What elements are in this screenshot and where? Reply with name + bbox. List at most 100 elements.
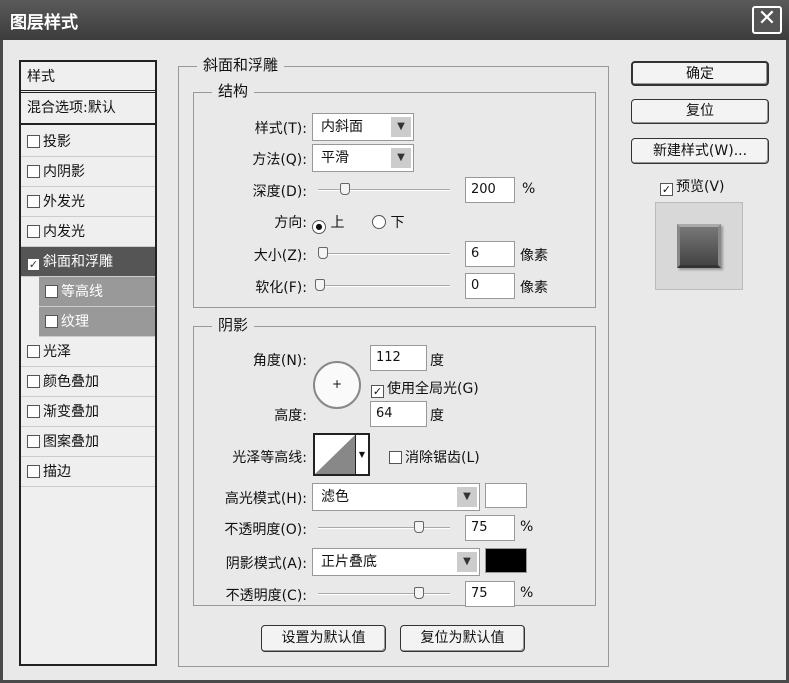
depth-input[interactable]: 200 (465, 177, 515, 203)
style-item-label: 外发光 (43, 194, 85, 210)
direction-label: 方向: (274, 215, 307, 231)
checkbox-icon[interactable] (27, 195, 40, 208)
dir-down-label: 下 (390, 215, 405, 231)
style-item[interactable]: 描边 (21, 457, 155, 487)
global-light-label: 使用全局光(G) (387, 381, 479, 397)
soften-slider[interactable] (315, 279, 450, 291)
preview-label: 预览(V) (676, 179, 725, 195)
close-button[interactable]: ✕ (752, 6, 782, 34)
preview-box (655, 202, 743, 290)
style-item[interactable]: 纹理 (39, 307, 155, 337)
checkbox-icon[interactable] (45, 285, 58, 298)
reset-button[interactable]: 复位 (631, 99, 769, 124)
slider-thumb[interactable] (340, 183, 350, 195)
size-unit: 像素 (520, 248, 548, 264)
shadow-color-swatch[interactable] (485, 548, 527, 573)
highlight-mode-select[interactable]: 滤色 ▼ (312, 483, 480, 511)
method-select[interactable]: 平滑 ▼ (312, 144, 414, 172)
highlight-mode-value: 滤色 (321, 489, 349, 505)
style-item[interactable]: 投影 (21, 127, 155, 157)
checkbox-icon[interactable] (45, 315, 58, 328)
altitude-label: 高度: (274, 408, 307, 424)
style-item[interactable]: 等高线 (39, 277, 155, 307)
styles-list: 样式 混合选项:默认 投影内阴影外发光内发光 ✓ 斜面和浮雕等高线纹理 光泽颜色叠加渐… (19, 60, 157, 666)
checkbox-icon[interactable]: ✓ (27, 258, 40, 271)
slider-thumb[interactable] (318, 247, 328, 259)
ok-button[interactable]: 确定 (631, 61, 769, 86)
gloss-contour-label: 光泽等高线: (232, 450, 307, 466)
size-label: 大小(Z): (253, 248, 307, 264)
style-label: 样式(T): (254, 121, 307, 137)
style-item-label: 投影 (43, 134, 71, 150)
checkmark-icon: ✓ (371, 385, 384, 398)
chevron-down-icon: ▼ (391, 148, 411, 168)
depth-unit: % (522, 181, 536, 197)
checkbox-icon[interactable] (27, 345, 40, 358)
angle-input[interactable]: 112 (370, 345, 427, 371)
slider-thumb[interactable] (315, 279, 325, 291)
soften-input[interactable]: 0 (465, 273, 515, 299)
size-input[interactable]: 6 (465, 241, 515, 267)
new-style-button[interactable]: 新建样式(W)... (631, 138, 769, 164)
style-item[interactable]: 光泽 (21, 337, 155, 367)
styles-header[interactable]: 样式 (21, 62, 155, 93)
chevron-down-icon: ▼ (457, 487, 477, 507)
checkbox-icon[interactable] (27, 165, 40, 178)
checkbox-icon[interactable] (27, 135, 40, 148)
altitude-unit: 度 (430, 408, 444, 424)
altitude-input[interactable]: 64 (370, 401, 427, 427)
highlight-color-swatch[interactable] (485, 483, 527, 508)
slider-thumb[interactable] (414, 587, 424, 599)
set-default-button[interactable]: 设置为默认值 (261, 625, 386, 652)
direction-down-radio[interactable]: 下 (372, 212, 404, 232)
shadow-opacity-input[interactable]: 75 (465, 581, 515, 607)
slider-thumb[interactable] (414, 521, 424, 533)
style-item[interactable]: 内阴影 (21, 157, 155, 187)
highlight-opacity-slider[interactable] (318, 521, 450, 533)
size-slider[interactable] (318, 247, 450, 259)
gloss-contour-picker[interactable]: ▼ (313, 433, 370, 476)
style-item-label: 颜色叠加 (43, 374, 99, 390)
style-item[interactable]: 内发光 (21, 217, 155, 247)
checkmark-icon: ✓ (660, 183, 673, 196)
dir-up-label: 上 (330, 215, 345, 231)
title-bar (0, 0, 789, 40)
angle-unit: 度 (430, 353, 444, 369)
style-select[interactable]: 内斜面 ▼ (312, 113, 414, 141)
checkbox-icon[interactable] (27, 375, 40, 388)
style-item[interactable]: 图案叠加 (21, 427, 155, 457)
preview-checkbox[interactable]: ✓ 预览(V) (660, 176, 725, 196)
reset-default-button[interactable]: 复位为默认值 (400, 625, 525, 652)
checkbox-icon[interactable] (27, 405, 40, 418)
style-item[interactable]: 颜色叠加 (21, 367, 155, 397)
style-item[interactable]: 外发光 (21, 187, 155, 217)
global-light-checkbox[interactable]: ✓ 使用全局光(G) (371, 378, 479, 398)
style-item-label: 等高线 (61, 284, 103, 300)
highlight-opacity-input[interactable]: 75 (465, 515, 515, 541)
blending-options[interactable]: 混合选项:默认 (21, 93, 155, 125)
depth-label: 深度(D): (252, 184, 307, 200)
style-item[interactable]: ✓ 斜面和浮雕 (21, 247, 155, 277)
structure-title: 结构 (212, 80, 255, 101)
highlight-opacity-label: 不透明度(O): (224, 522, 307, 538)
checkbox-icon[interactable] (27, 465, 40, 478)
shadow-mode-select[interactable]: 正片叠底 ▼ (312, 548, 480, 576)
angle-dial[interactable]: + (313, 361, 361, 409)
soften-unit: 像素 (520, 280, 548, 296)
style-item-label: 内发光 (43, 224, 85, 240)
style-item[interactable]: 渐变叠加 (21, 397, 155, 427)
direction-up-radio[interactable]: ● 上 (312, 212, 344, 234)
checkbox-icon[interactable] (27, 435, 40, 448)
preview-swatch (677, 224, 721, 268)
shadow-opacity-slider[interactable] (318, 587, 450, 599)
shading-title: 阴影 (212, 314, 255, 335)
style-item-label: 内阴影 (43, 164, 85, 180)
chevron-down-icon: ▼ (391, 117, 411, 137)
depth-slider[interactable] (318, 183, 450, 195)
shadow-mode-value: 正片叠底 (321, 554, 377, 570)
angle-label: 角度(N): (252, 353, 307, 369)
dropdown-arrow-icon: ▼ (355, 435, 368, 474)
style-item-label: 斜面和浮雕 (43, 254, 113, 270)
antialias-checkbox[interactable]: 消除锯齿(L) (389, 447, 480, 467)
checkbox-icon[interactable] (27, 225, 40, 238)
